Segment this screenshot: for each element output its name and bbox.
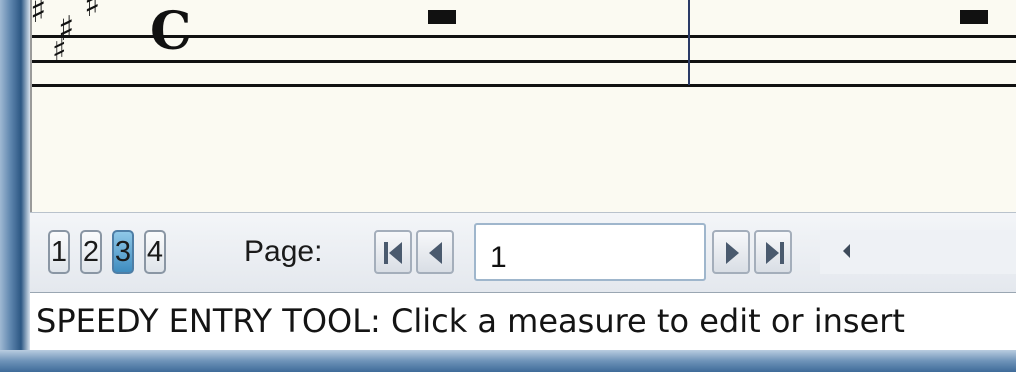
horizontal-scrollbar[interactable] [820, 230, 1016, 274]
score-document[interactable]: ♯ ♯ ♯ ♯ C [30, 0, 1016, 212]
next-page-icon [726, 242, 739, 264]
page-number-input[interactable]: 1 [474, 223, 706, 281]
page-tab-4[interactable]: 4 [144, 230, 166, 274]
page-label: Page: [244, 235, 323, 268]
status-message: SPEEDY ENTRY TOOL: Click a measure to ed… [36, 302, 905, 340]
status-bar: SPEEDY ENTRY TOOL: Click a measure to ed… [30, 292, 1016, 350]
page-tab-2[interactable]: 2 [80, 230, 102, 274]
last-page-button[interactable] [754, 230, 792, 274]
previous-page-icon [429, 242, 442, 264]
page-navigation-bar: 1 2 3 4 Page: 1 [30, 212, 1016, 292]
last-page-icon [766, 242, 784, 264]
whole-rest[interactable] [960, 10, 988, 24]
scroll-left-arrow-icon[interactable] [842, 244, 852, 258]
window-frame-bottom [0, 350, 1016, 372]
page-tab-1[interactable]: 1 [48, 230, 70, 274]
page-tab-3[interactable]: 3 [112, 230, 134, 274]
key-signature-sharp: ♯ [52, 33, 67, 68]
first-page-icon [384, 242, 402, 264]
previous-page-button[interactable] [416, 230, 454, 274]
key-signature-sharp: ♯ [30, 0, 47, 31]
measure-barline [688, 0, 690, 85]
staff-line [32, 84, 1016, 87]
time-signature: C [150, 1, 192, 62]
key-signature-sharp: ♯ [84, 0, 101, 25]
window-frame-left [0, 0, 30, 372]
first-page-button[interactable] [374, 230, 412, 274]
whole-rest[interactable] [428, 10, 456, 24]
next-page-button[interactable] [712, 230, 750, 274]
